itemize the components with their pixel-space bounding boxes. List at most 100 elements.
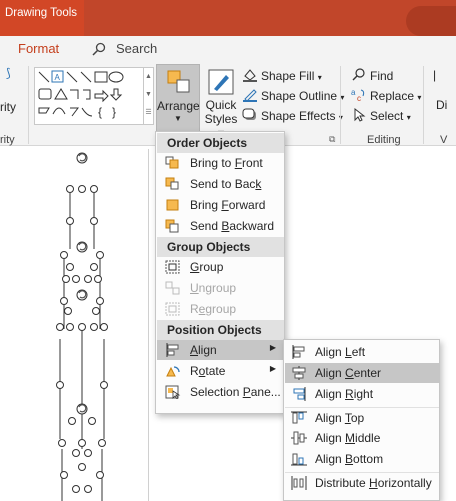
align-center-accesskey: C <box>345 366 354 380</box>
bring-to-front-label-post: ront <box>242 156 263 170</box>
svg-text:{: { <box>98 105 102 119</box>
ungroup-item[interactable]: Ungroup <box>157 278 284 298</box>
group-label: Group <box>190 260 223 274</box>
ribbon-left-partial-label[interactable]: rity <box>0 100 16 114</box>
distribute-horizontally-label-post: orizontally <box>377 476 432 490</box>
align-bottom-label: Align Bottom <box>315 452 383 466</box>
selection-pane-icon <box>165 385 181 399</box>
arrange-label: Arrange <box>157 99 200 113</box>
wordart-styles-dialog-launcher-icon[interactable]: ⧉ <box>329 134 335 145</box>
regroup-item[interactable]: Regroup <box>157 299 284 319</box>
regroup-label-pre: R <box>190 302 199 316</box>
send-to-back-item[interactable]: Send to Back <box>157 174 284 194</box>
selection-pane-label-pre: Selection <box>190 385 243 399</box>
group-item[interactable]: Group <box>157 257 284 277</box>
distribute-horizontally-label: Distribute Horizontally <box>315 476 432 490</box>
distribute-horizontally-item[interactable]: Distribute Horizontally <box>285 472 439 492</box>
shape-effects-button[interactable]: Shape Effects ▾ <box>242 108 343 123</box>
order-objects-header: Order Objects <box>157 133 284 153</box>
gallery-more-icon[interactable]: ☰ <box>144 104 153 122</box>
shape-fill-icon <box>243 69 257 82</box>
send-backward-item[interactable]: Send Backward <box>157 216 284 236</box>
align-accesskey: A <box>190 343 199 357</box>
selection-pane-label-post: ane... <box>250 385 281 399</box>
gallery-scroll-up-icon[interactable]: ▲ <box>144 68 153 86</box>
align-item[interactable]: Align ▶ <box>157 340 284 360</box>
tab-format[interactable]: Format <box>18 41 59 56</box>
ribbon-right-partial-icon: | <box>433 68 437 82</box>
align-left-item[interactable]: Align Left <box>285 342 439 362</box>
shape-outline-button[interactable]: Shape Outline ▾ <box>242 88 344 103</box>
bring-forward-accesskey: F <box>221 198 229 212</box>
align-right-item[interactable]: Align Right <box>285 384 439 404</box>
align-submenu: Align Left Align Center Align Right Alig… <box>283 339 440 501</box>
align-middle-label-post: iddle <box>355 431 381 445</box>
ribbon-separator <box>340 66 341 144</box>
distribute-horizontally-accesskey: H <box>369 476 378 490</box>
align-middle-label: Align Middle <box>315 431 380 445</box>
align-middle-item[interactable]: Align Middle <box>285 428 439 448</box>
align-label-post: lign <box>198 343 217 357</box>
align-bottom-label-pre: Align <box>315 452 346 466</box>
selected-shapes-canvas[interactable] <box>0 149 140 501</box>
bring-to-front-item[interactable]: Bring to Front <box>157 153 284 173</box>
send-backward-label-pre: Send <box>190 219 222 233</box>
accessibility-group-label: rity <box>0 134 15 146</box>
bring-forward-item[interactable]: Bring Forward <box>157 195 284 215</box>
send-backward-label-post: ackward <box>229 219 275 233</box>
distribute-horizontally-icon <box>291 476 307 490</box>
svg-text:c: c <box>357 94 361 102</box>
replace-label: Replace <box>370 89 415 103</box>
select-button[interactable]: Select ▾ <box>351 108 411 123</box>
align-bottom-label-post: ottom <box>353 452 384 466</box>
align-center-icon <box>292 366 306 380</box>
ribbon-right-partial-label[interactable]: Di <box>436 98 447 112</box>
align-middle-icon <box>291 431 307 445</box>
bring-forward-label: Bring Forward <box>190 198 265 212</box>
rotate-item[interactable]: Rotate ▶ <box>157 361 284 381</box>
align-middle-label-pre: Align <box>315 431 346 445</box>
ungroup-label-post: ngroup <box>198 281 237 295</box>
replace-icon: ac <box>351 88 365 102</box>
distribute-horizontally-label-pre: Distribute <box>315 476 370 490</box>
drawing-tools-context-tab[interactable]: Drawing Tools <box>0 0 84 36</box>
svg-text:A: A <box>55 73 61 82</box>
ribbon-left-partial-icon: ⟆ <box>6 66 11 80</box>
align-center-label: Align Center <box>315 366 381 380</box>
svg-text:a: a <box>351 88 356 97</box>
ungroup-label: Ungroup <box>190 281 236 295</box>
rotate-label-pre: R <box>190 364 199 378</box>
align-top-label: Align Top <box>315 411 364 425</box>
selection-pane-item[interactable]: Selection Pane... <box>157 382 284 402</box>
tab-search[interactable]: Search <box>116 41 157 56</box>
align-top-item[interactable]: Align Top <box>285 407 439 427</box>
gallery-scrollbar[interactable]: ▲ ▼ ☰ <box>143 68 153 124</box>
align-left-label-pre: Align <box>315 345 346 359</box>
align-bottom-item[interactable]: Align Bottom <box>285 449 439 469</box>
shape-fill-button[interactable]: Shape Fill ▾ <box>242 68 322 83</box>
align-label: Align <box>190 343 217 357</box>
shapes-gallery[interactable]: A { } ▲ ▼ ☰ <box>34 67 154 125</box>
arrange-icon <box>167 70 191 97</box>
quick-styles-button[interactable]: QuickStyles ▾ <box>201 64 241 140</box>
align-submenu-arrow-icon: ▶ <box>269 343 276 352</box>
quick-styles-label-line2: Styles <box>204 112 238 126</box>
shapes-gallery-icons: A { } <box>38 70 124 119</box>
align-center-label-post: enter <box>353 366 382 380</box>
arrange-dropdown-menu: Order Objects Bring to Front Send to Bac… <box>155 131 285 414</box>
bring-to-front-icon <box>165 156 179 169</box>
align-bottom-accesskey: B <box>345 452 354 466</box>
align-center-item[interactable]: Align Center <box>285 363 439 383</box>
replace-button[interactable]: a c Replace ▾ <box>351 88 421 103</box>
group-icon <box>165 260 180 274</box>
send-to-back-label-pre: Send to Bac <box>190 177 256 191</box>
find-button[interactable]: Find <box>351 68 393 83</box>
bring-to-front-label: Bring to Front <box>190 156 263 170</box>
shape-outline-label: Shape Outline <box>261 89 338 103</box>
find-label: Find <box>370 69 394 83</box>
gallery-scroll-down-icon[interactable]: ▼ <box>144 86 153 104</box>
arrange-button[interactable]: Arrange ▼ <box>156 64 200 134</box>
bring-to-front-label-pre: Bring to <box>190 156 235 170</box>
align-left-label-post: eft <box>351 345 366 359</box>
align-top-label-pre: Align <box>315 411 345 425</box>
